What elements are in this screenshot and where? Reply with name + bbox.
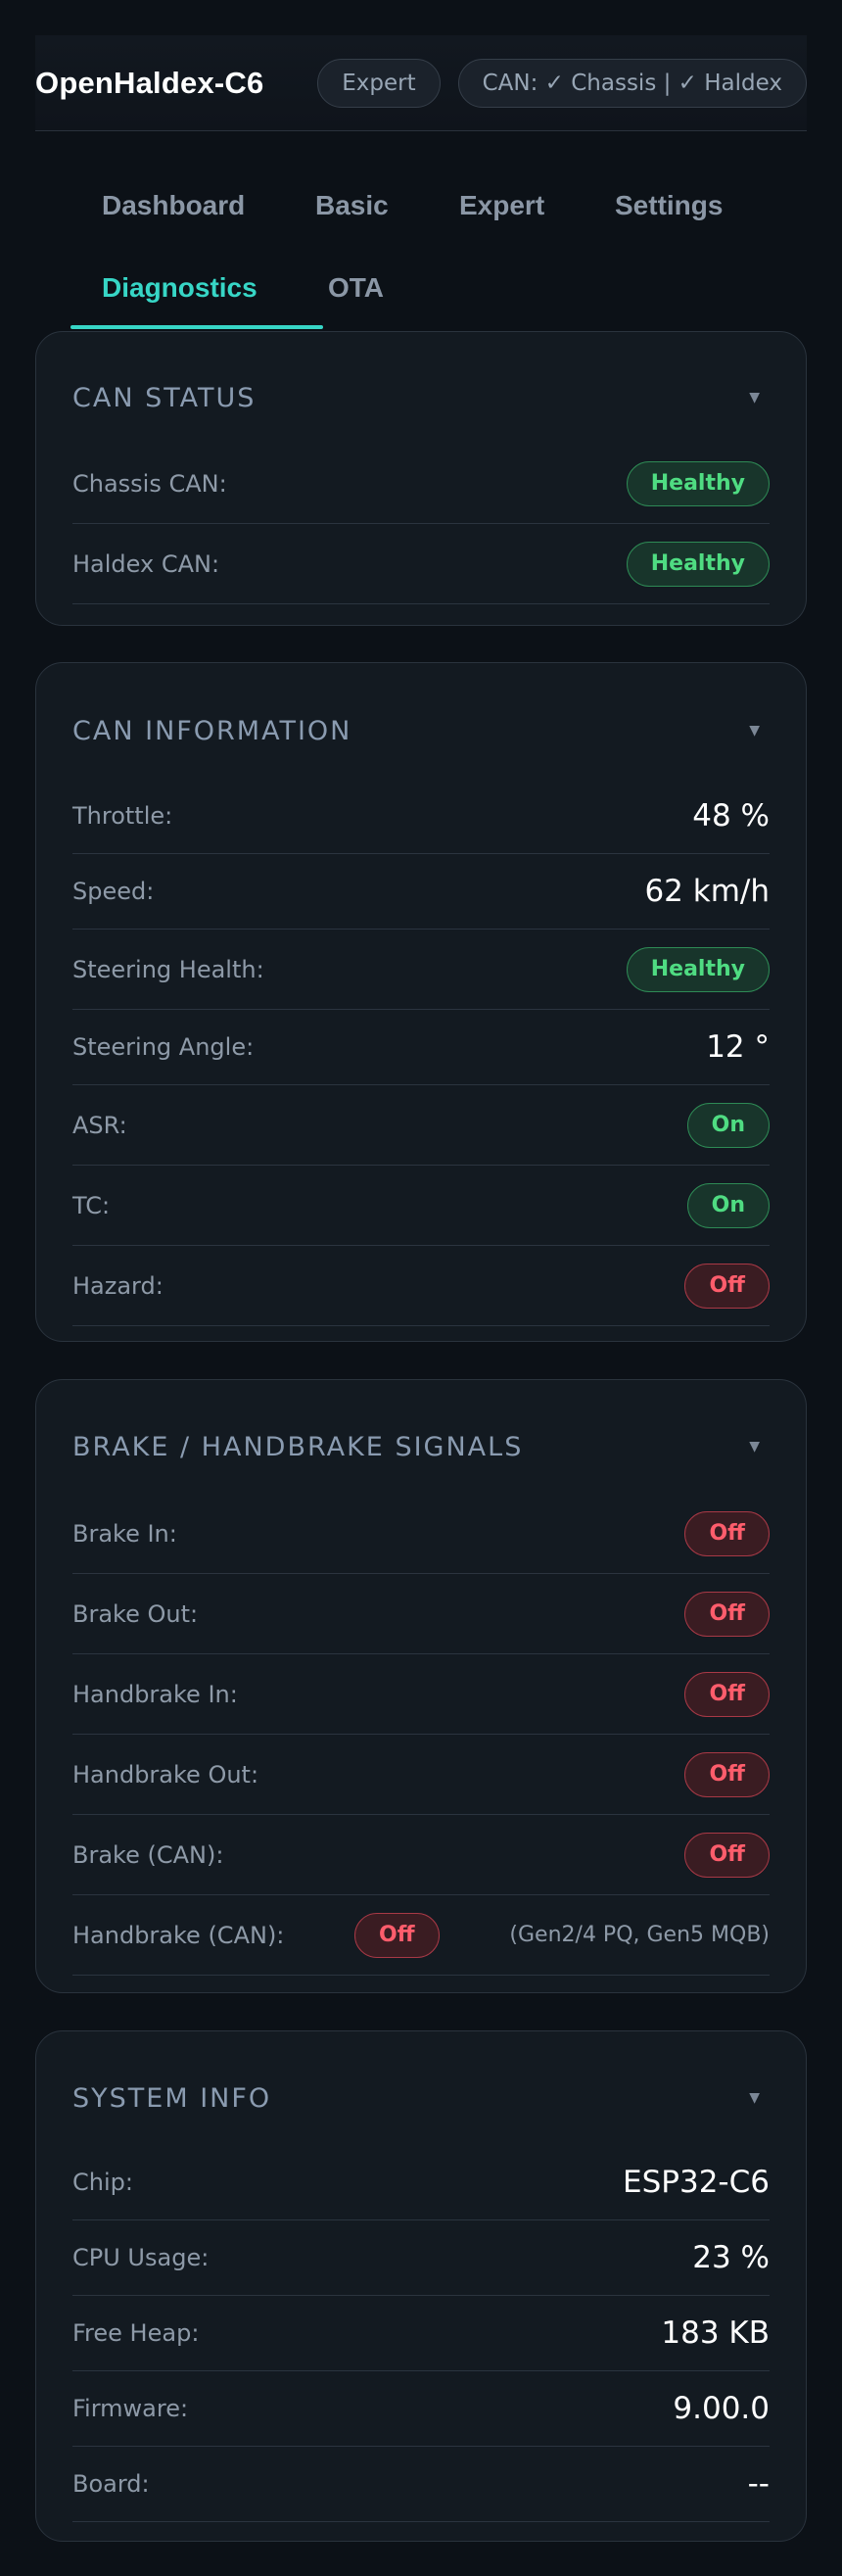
row-label: Handbrake (CAN):	[72, 1921, 285, 1949]
system-info-header[interactable]: SYSTEM INFO ▼	[72, 2051, 770, 2145]
row-value: ESP32-C6	[623, 2165, 770, 2200]
signal-row-handbrake-can: Handbrake (CAN): Off (Gen2/4 PQ, Gen5 MQ…	[72, 1895, 770, 1976]
tab-ota[interactable]: OTA	[328, 272, 384, 304]
active-tab-indicator	[70, 325, 323, 329]
row-label: Hazard:	[72, 1271, 164, 1300]
info-row-steering-angle: Steering Angle: 12 °	[72, 1010, 770, 1085]
status-badge: On	[686, 1182, 770, 1228]
row-note: (Gen2/4 PQ, Gen5 MQB)	[509, 1923, 770, 1947]
sysinfo-row-firmware: Firmware: 9.00.0	[72, 2371, 770, 2447]
row-label: Throttle:	[72, 802, 173, 830]
row-value: 62 km/h	[644, 874, 770, 909]
brake-signals-header[interactable]: BRAKE / HANDBRAKE SIGNALS ▼	[72, 1400, 770, 1494]
can-status-pill[interactable]: CAN: ✓ Chassis | ✓ Haldex	[457, 58, 807, 108]
sysinfo-row-heap: Free Heap: 183 KB	[72, 2296, 770, 2371]
status-badge: Off	[354, 1912, 440, 1958]
status-badge: Off	[684, 1751, 770, 1797]
row-value: 23 %	[692, 2240, 770, 2275]
row-label: Steering Angle:	[72, 1033, 255, 1061]
row-label: Board:	[72, 2470, 150, 2498]
row-value: 183 KB	[661, 2315, 770, 2351]
status-badge: Healthy	[626, 946, 770, 992]
can-information-header[interactable]: CAN INFORMATION ▼	[72, 683, 770, 779]
status-row-chassis: Chassis CAN: Healthy	[72, 444, 770, 524]
chevron-down-icon[interactable]: ▼	[749, 2090, 760, 2106]
tab-basic[interactable]: Basic	[315, 190, 389, 221]
mode-pill[interactable]: Expert	[317, 58, 441, 108]
app-header: OpenHaldex-C6 Expert CAN: ✓ Chassis | ✓ …	[35, 35, 807, 131]
status-badge: Off	[684, 1510, 770, 1556]
signal-row-brake-in: Brake In: Off	[72, 1494, 770, 1574]
info-row-throttle: Throttle: 48 %	[72, 779, 770, 854]
info-row-tc: TC: On	[72, 1166, 770, 1246]
tab-bar: Dashboard Basic Expert Settings Diagnost…	[35, 131, 807, 329]
row-label: Steering Health:	[72, 955, 264, 983]
row-label: Chassis CAN:	[72, 469, 227, 498]
row-value: 12 °	[706, 1029, 770, 1065]
tab-diagnostics[interactable]: Diagnostics	[102, 272, 257, 304]
row-label: TC:	[72, 1191, 111, 1219]
row-value: --	[747, 2466, 770, 2502]
row-label: Handbrake In:	[72, 1680, 238, 1708]
sysinfo-row-chip: Chip: ESP32-C6	[72, 2145, 770, 2220]
row-label: Speed:	[72, 878, 155, 905]
row-label: Brake (CAN):	[72, 1840, 224, 1869]
card-title: CAN STATUS	[72, 382, 257, 413]
row-label: CPU Usage:	[72, 2244, 210, 2271]
info-row-speed: Speed: 62 km/h	[72, 854, 770, 930]
tab-expert[interactable]: Expert	[459, 190, 544, 221]
status-badge: Healthy	[626, 460, 770, 506]
row-label: Brake Out:	[72, 1599, 199, 1628]
row-label: Free Heap:	[72, 2319, 200, 2347]
row-label: Handbrake Out:	[72, 1760, 259, 1789]
brake-signals-card: BRAKE / HANDBRAKE SIGNALS ▼ Brake In: Of…	[35, 1379, 807, 1993]
info-row-asr: ASR: On	[72, 1085, 770, 1166]
sysinfo-row-board: Board: --	[72, 2447, 770, 2522]
card-title: SYSTEM INFO	[72, 2082, 272, 2114]
info-row-steering-health: Steering Health: Healthy	[72, 930, 770, 1010]
signal-row-brake-out: Brake Out: Off	[72, 1574, 770, 1654]
can-status-header[interactable]: CAN STATUS ▼	[72, 352, 770, 444]
signal-row-brake-can: Brake (CAN): Off	[72, 1815, 770, 1895]
card-title: CAN INFORMATION	[72, 715, 352, 746]
row-value: 48 %	[692, 798, 770, 834]
row-label: Chip:	[72, 2169, 133, 2196]
status-badge: Off	[684, 1263, 770, 1309]
chevron-down-icon[interactable]: ▼	[749, 723, 760, 739]
card-title: BRAKE / HANDBRAKE SIGNALS	[72, 1431, 524, 1462]
tab-settings[interactable]: Settings	[615, 190, 723, 221]
status-badge: On	[686, 1102, 770, 1148]
status-badge: Off	[684, 1591, 770, 1637]
status-badge: Healthy	[626, 541, 770, 587]
signal-row-handbrake-out: Handbrake Out: Off	[72, 1735, 770, 1815]
info-row-hazard: Hazard: Off	[72, 1246, 770, 1326]
app-title: OpenHaldex-C6	[35, 65, 264, 100]
can-information-card: CAN INFORMATION ▼ Throttle: 48 % Speed: …	[35, 662, 807, 1342]
signal-row-handbrake-in: Handbrake In: Off	[72, 1654, 770, 1735]
status-row-haldex: Haldex CAN: Healthy	[72, 524, 770, 604]
chevron-down-icon[interactable]: ▼	[749, 1439, 760, 1455]
chevron-down-icon[interactable]: ▼	[749, 390, 760, 405]
status-badge: Off	[684, 1832, 770, 1878]
row-label: Firmware:	[72, 2395, 189, 2422]
status-badge: Off	[684, 1671, 770, 1717]
row-label: Haldex CAN:	[72, 549, 220, 578]
tab-dashboard[interactable]: Dashboard	[102, 190, 245, 221]
row-label: Brake In:	[72, 1519, 177, 1548]
row-value: 9.00.0	[673, 2391, 770, 2426]
system-info-card: SYSTEM INFO ▼ Chip: ESP32-C6 CPU Usage: …	[35, 2030, 807, 2542]
row-label: ASR:	[72, 1111, 127, 1139]
can-status-card: CAN STATUS ▼ Chassis CAN: Healthy Haldex…	[35, 331, 807, 626]
sysinfo-row-cpu: CPU Usage: 23 %	[72, 2220, 770, 2296]
